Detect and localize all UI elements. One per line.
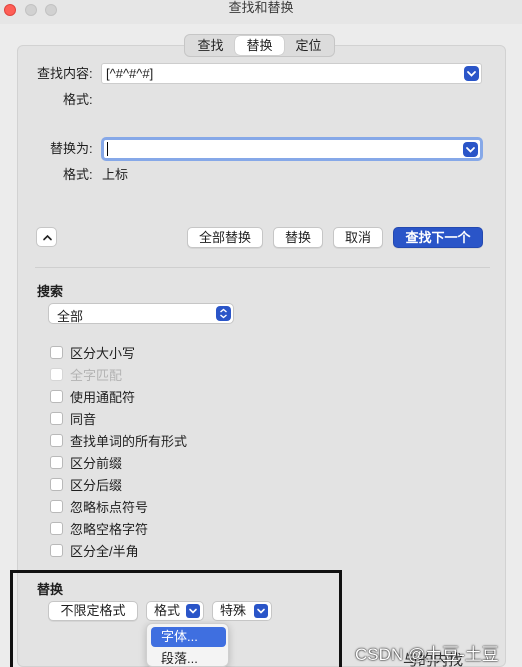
find-label: 查找内容:	[37, 66, 93, 81]
tab-bar: 查找 替换 定位	[184, 34, 335, 57]
replace-label: 替换为:	[50, 141, 93, 156]
chevron-down-icon	[186, 604, 200, 618]
checkbox[interactable]	[50, 433, 63, 447]
option-label: 区分全/半角	[70, 543, 139, 559]
menu-item-paragraph[interactable]: 段落...	[151, 649, 226, 666]
option-label: 全字匹配	[70, 367, 123, 383]
checkbox[interactable]	[50, 477, 63, 491]
option-ignore-whitespace[interactable]: 忽略空格字符	[50, 520, 149, 537]
replace-format-label: 格式:	[63, 167, 93, 182]
option-ignore-punctuation[interactable]: 忽略标点符号	[50, 498, 149, 515]
option-match-suffix[interactable]: 区分后缀	[50, 476, 123, 493]
replace-section-title: 替换	[37, 582, 64, 597]
checkbox[interactable]	[50, 389, 63, 403]
no-formatting-button[interactable]: 不限定格式	[48, 601, 138, 621]
chevron-down-icon	[254, 604, 268, 618]
option-label: 区分后缀	[70, 477, 123, 493]
title-bar: 查找和替换	[0, 0, 522, 24]
collapse-options-button[interactable]	[36, 227, 57, 247]
search-scope-value: 全部	[57, 309, 84, 324]
special-menu-button[interactable]: 特殊	[212, 601, 272, 621]
replace-history-dropdown[interactable]	[463, 142, 478, 157]
replace-button[interactable]: 替换	[273, 227, 323, 248]
menu-item-font[interactable]: 字体...	[151, 627, 226, 647]
option-sounds-like[interactable]: 同音	[50, 410, 97, 427]
format-dropdown-menu: 字体... 段落...	[146, 623, 229, 667]
option-whole-word: 全字匹配	[50, 366, 123, 383]
option-label: 查找单词的所有形式	[70, 433, 188, 449]
option-all-word-forms[interactable]: 查找单词的所有形式	[50, 432, 188, 449]
tab-replace[interactable]: 替换	[235, 36, 284, 55]
replace-format-value: 上标	[102, 167, 129, 182]
find-next-button[interactable]: 查找下一个	[393, 227, 483, 248]
chevron-down-icon	[467, 71, 476, 77]
cancel-button[interactable]: 取消	[333, 227, 383, 248]
up-down-chevron-icon	[216, 306, 231, 321]
watermark: CSDN @土豆-土豆	[355, 645, 499, 664]
find-field[interactable]: [^#^#^#]	[101, 63, 482, 84]
format-menu-button[interactable]: 格式	[146, 601, 204, 621]
checkbox[interactable]	[50, 499, 63, 513]
find-format-label: 格式:	[63, 92, 93, 107]
option-label: 使用通配符	[70, 389, 136, 405]
option-match-prefix[interactable]: 区分前缀	[50, 454, 123, 471]
text-caret	[107, 142, 108, 156]
option-label: 同音	[70, 411, 97, 427]
option-match-width[interactable]: 区分全/半角	[50, 542, 139, 559]
search-section-title: 搜索	[37, 284, 64, 299]
find-value: [^#^#^#]	[106, 66, 154, 81]
checkbox[interactable]	[50, 543, 63, 557]
option-match-case[interactable]: 区分大小写	[50, 344, 136, 361]
replace-all-button[interactable]: 全部替换	[187, 227, 263, 248]
window-title: 查找和替换	[228, 0, 294, 15]
option-label: 忽略空格字符	[70, 521, 149, 537]
checkbox[interactable]	[50, 411, 63, 425]
option-label: 区分前缀	[70, 455, 123, 471]
special-menu-label: 特殊	[220, 603, 247, 618]
find-history-dropdown[interactable]	[464, 66, 479, 81]
chevron-down-icon	[466, 147, 475, 153]
option-label: 区分大小写	[70, 345, 136, 361]
checkbox[interactable]	[50, 455, 63, 469]
search-scope-select[interactable]: 全部	[48, 303, 234, 324]
checkbox	[50, 367, 63, 381]
checkbox[interactable]	[50, 345, 63, 359]
tab-find[interactable]: 查找	[186, 36, 235, 55]
format-menu-label: 格式	[154, 603, 181, 618]
option-label: 忽略标点符号	[70, 499, 149, 515]
tab-goto[interactable]: 定位	[284, 36, 333, 55]
option-wildcards[interactable]: 使用通配符	[50, 388, 136, 405]
chevron-up-icon	[43, 234, 52, 241]
replace-field[interactable]	[101, 137, 483, 161]
section-divider	[35, 267, 490, 268]
checkbox[interactable]	[50, 521, 63, 535]
